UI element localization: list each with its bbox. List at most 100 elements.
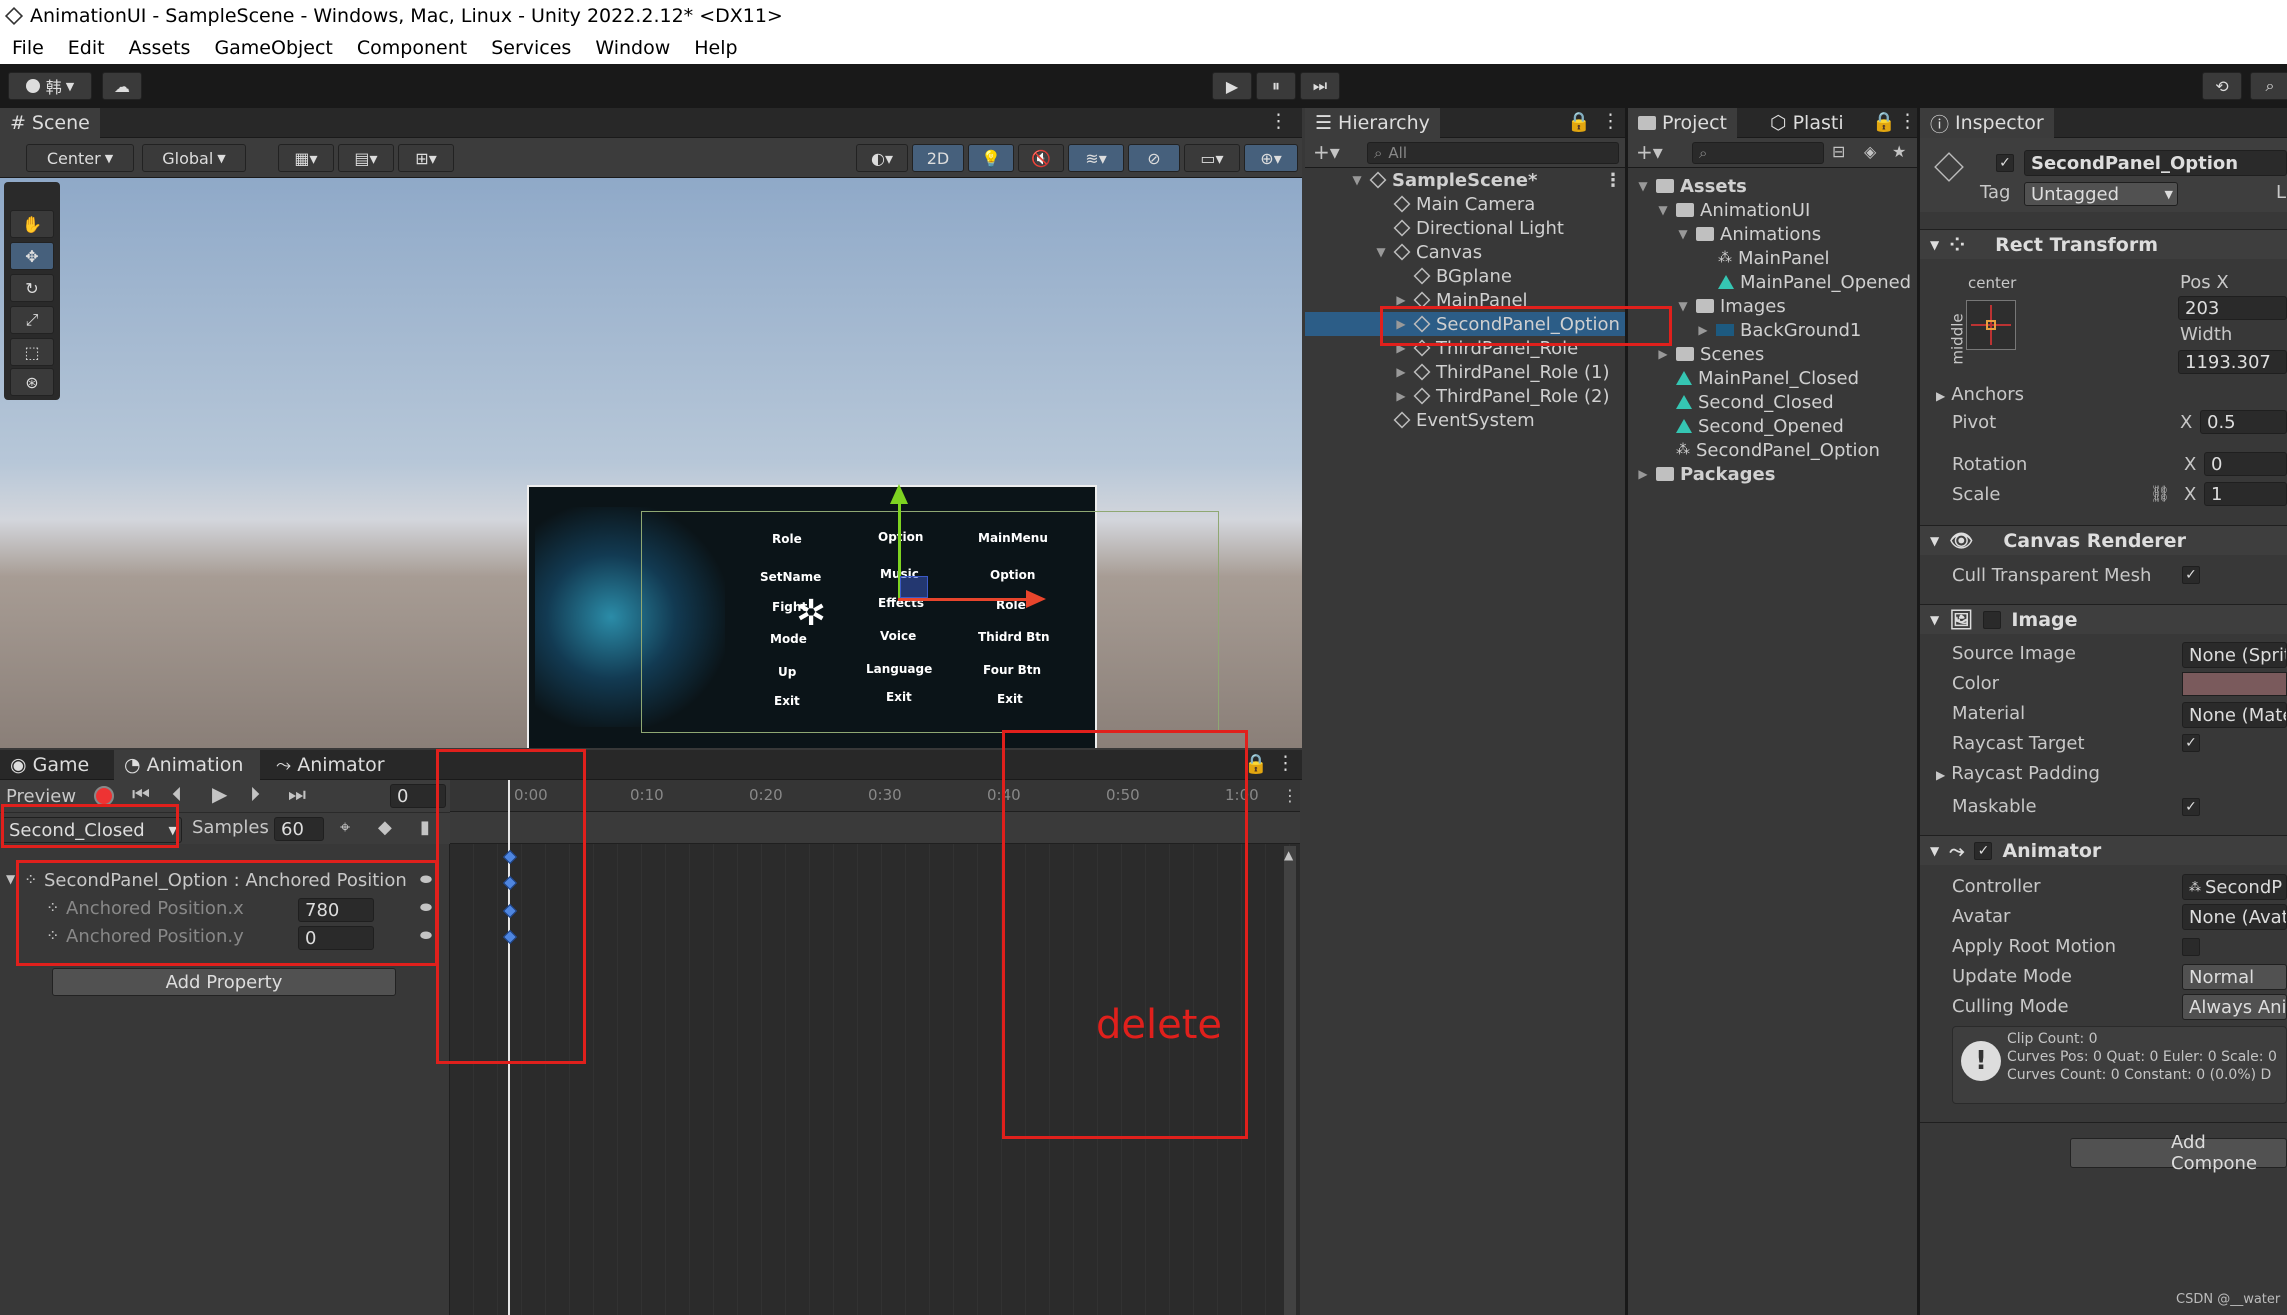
animator-enabled-checkbox[interactable]: ✓	[1974, 841, 1993, 860]
menu-gameobject[interactable]: GameObject	[202, 37, 344, 59]
add-property-button[interactable]: Add Property	[52, 968, 396, 996]
event-marker-icon[interactable]: ▮	[420, 817, 430, 838]
tab-scene[interactable]: # Scene	[0, 108, 100, 138]
toggle-2d-button[interactable]: 2D	[912, 144, 964, 172]
posx-field[interactable]: 203	[2178, 296, 2287, 320]
update-mode-dropdown[interactable]: Normal	[2182, 964, 2287, 990]
transform-tool-button[interactable]: ⊛	[10, 368, 54, 396]
rotation-x-field[interactable]: 0	[2204, 452, 2287, 476]
maskable-checkbox[interactable]: ✓	[2182, 798, 2200, 816]
lock-icon[interactable]: 🔒	[1567, 110, 1591, 133]
move-gizmo-x-axis[interactable]	[898, 598, 1028, 601]
filter-icon[interactable]: ⊟	[1832, 142, 1845, 161]
more-menu-icon[interactable]: ⋮	[1269, 110, 1288, 132]
create-button[interactable]: +▾	[1636, 140, 1663, 164]
add-keyframe-icon[interactable]: ⌖	[340, 817, 350, 838]
tab-hierarchy[interactable]: ☰ Hierarchy	[1305, 108, 1440, 138]
more-menu-icon[interactable]: ⋮	[1898, 110, 1917, 132]
menu-edit[interactable]: Edit	[56, 37, 117, 59]
root-motion-checkbox[interactable]	[2182, 938, 2200, 956]
search-button[interactable]: ⌕	[2250, 72, 2287, 100]
increment-snap-button[interactable]: ▤▾	[338, 144, 394, 172]
material-field[interactable]: None (Mate	[2182, 702, 2287, 728]
hierarchy-item[interactable]: EventSystem	[1393, 408, 1535, 432]
anchor-preset-button[interactable]	[1966, 300, 2016, 350]
raycast-target-checkbox[interactable]: ✓	[2182, 734, 2200, 752]
project-item[interactable]: ▶ Scenes	[1656, 342, 1764, 366]
tag-dropdown[interactable]: Untagged ▼	[2024, 182, 2178, 206]
project-item[interactable]: ⁂ SecondPanel_Option	[1676, 438, 1880, 462]
project-item[interactable]: Second_Opened	[1676, 414, 1844, 438]
more-menu-icon[interactable]: ⋮	[1276, 752, 1295, 774]
add-component-button[interactable]: Add Compone	[2070, 1132, 2287, 1174]
project-item[interactable]: ▼ Images	[1676, 294, 1785, 318]
rect-tool-button[interactable]: ⬚	[10, 338, 54, 366]
scale-x-field[interactable]: 1	[2204, 482, 2287, 506]
star-icon[interactable]: ★	[1892, 142, 1906, 161]
rect-transform-header[interactable]: ▼ ⁘ Rect Transform	[1920, 229, 2287, 259]
cull-checkbox[interactable]: ✓	[2182, 566, 2200, 584]
avatar-field[interactable]: None (Avat	[2182, 904, 2287, 930]
pivot-center-dropdown[interactable]: Center ▼	[26, 144, 134, 172]
culling-mode-dropdown[interactable]: Always Ani	[2182, 994, 2287, 1020]
project-item[interactable]: ▼ Assets	[1636, 174, 1747, 198]
project-item[interactable]: MainPanel_Closed	[1676, 366, 1859, 390]
label-icon[interactable]: ◈	[1864, 142, 1876, 161]
hierarchy-item[interactable]: Main Camera	[1393, 192, 1535, 216]
project-item[interactable]: ⁂ MainPanel	[1718, 246, 1830, 270]
tab-animation[interactable]: ◔ Animation	[114, 750, 260, 780]
gizmos-button[interactable]: ⊕▾	[1244, 144, 1298, 172]
animator-header[interactable]: ▼ ⤳ ✓ Animator	[1920, 835, 2287, 865]
menu-assets[interactable]: Assets	[117, 37, 203, 59]
scale-tool-button[interactable]: ⤢	[10, 306, 54, 334]
create-button[interactable]: +▾	[1313, 140, 1340, 164]
audio-button[interactable]: 🔇	[1018, 144, 1064, 172]
more-menu-icon[interactable]: ⋮	[1601, 110, 1620, 132]
more-menu-icon[interactable]: ⋮	[1282, 786, 1298, 805]
image-enabled-checkbox[interactable]	[1983, 610, 2002, 629]
history-button[interactable]: ⟲	[2202, 72, 2242, 100]
anchors-label[interactable]: ▶ Anchors	[1936, 384, 2024, 405]
grid-snap-button[interactable]: ▦▾	[278, 144, 334, 172]
camera-button[interactable]: ▭▾	[1184, 144, 1240, 172]
raycast-padding-label[interactable]: ▶ Raycast Padding	[1936, 763, 2100, 784]
hierarchy-item[interactable]: ▶ ThirdPanel_Role (1)	[1394, 360, 1609, 384]
object-name-field[interactable]: SecondPanel_Option	[2024, 150, 2287, 176]
move-gizmo-y-arrow[interactable]	[890, 484, 908, 504]
tab-project[interactable]: Project	[1628, 108, 1738, 138]
rotate-tool-button[interactable]: ↻	[10, 274, 54, 302]
constrain-proportions-icon[interactable]: ⛓	[2150, 484, 2170, 503]
hierarchy-item[interactable]: BGplane	[1413, 264, 1512, 288]
source-image-field[interactable]: None (Sprit	[2182, 642, 2287, 668]
color-swatch[interactable]	[2182, 672, 2287, 696]
move-gizmo-plane[interactable]	[900, 576, 928, 598]
add-event-icon[interactable]: ◆	[378, 817, 392, 838]
hierarchy-item-samplescene[interactable]: ▼ SampleScene* ⋮	[1350, 168, 1622, 192]
draw-mode-button[interactable]: ◐▾	[856, 144, 908, 172]
project-item[interactable]: ▼ AnimationUI	[1656, 198, 1810, 222]
move-gizmo-x-arrow[interactable]	[1026, 590, 1046, 608]
width-field[interactable]: 1193.307	[2178, 350, 2287, 374]
menu-help[interactable]: Help	[682, 37, 749, 59]
cloud-button[interactable]: ☁	[102, 72, 142, 100]
play-anim-button[interactable]: ▶	[212, 782, 227, 806]
pivot-x-field[interactable]: 0.5	[2200, 410, 2287, 434]
hierarchy-item[interactable]: ▼ Canvas	[1374, 240, 1482, 264]
project-search-input[interactable]: ⌕	[1692, 142, 1824, 164]
hierarchy-search-input[interactable]: ⌕ All	[1367, 142, 1619, 164]
project-item[interactable]: ▶ BackGround1	[1696, 318, 1861, 342]
project-item[interactable]: ▶ Packages	[1636, 462, 1775, 486]
record-button[interactable]	[94, 786, 114, 806]
space-global-dropdown[interactable]: Global ▼	[142, 144, 246, 172]
project-item[interactable]: MainPanel_Opened	[1718, 270, 1911, 294]
menu-window[interactable]: Window	[583, 37, 682, 59]
menu-file[interactable]: File	[0, 37, 56, 59]
tab-animator[interactable]: ⤳ Animator	[266, 750, 395, 780]
image-header[interactable]: ▼ 🖼 Image	[1920, 604, 2287, 634]
project-item[interactable]: Second_Closed	[1676, 390, 1834, 414]
menu-component[interactable]: Component	[345, 37, 479, 59]
lighting-button[interactable]: 💡	[968, 144, 1014, 172]
hand-tool-button[interactable]: ✋	[10, 210, 54, 238]
tab-inspector[interactable]: ⓘ Inspector	[1920, 108, 2054, 138]
controller-field[interactable]: ⁂ SecondP	[2182, 874, 2287, 900]
